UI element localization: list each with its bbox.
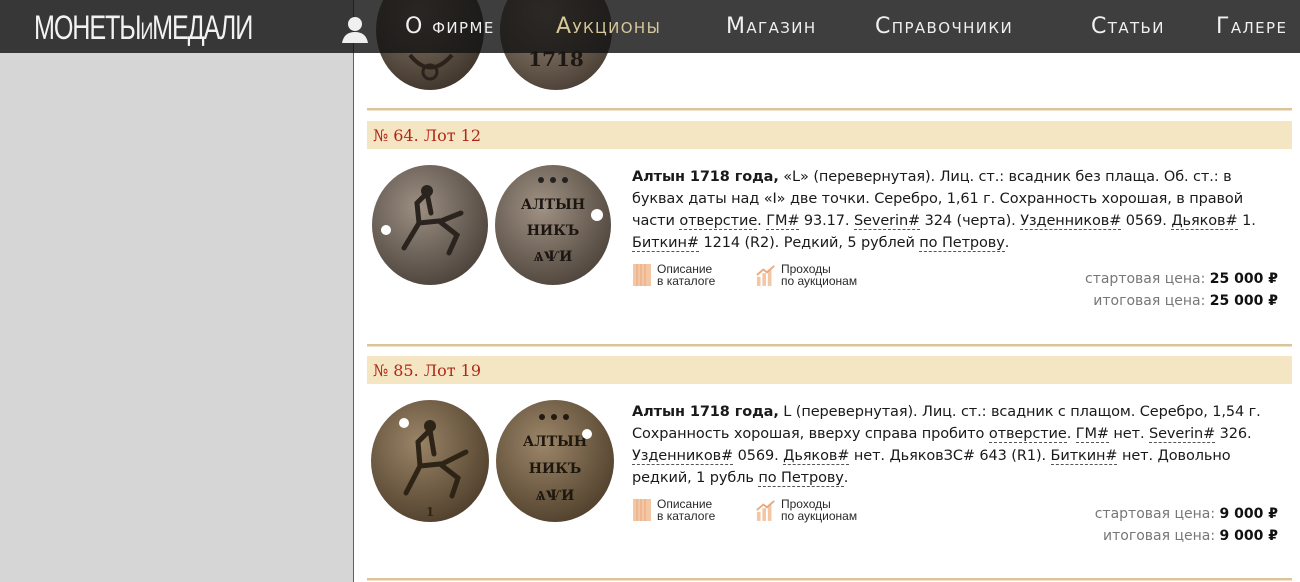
svg-text:НИКЪ: НИКЪ [529, 461, 582, 477]
nav-shop[interactable]: Магазин [726, 14, 817, 39]
final-price-label: итоговая цена: [1093, 293, 1206, 309]
svg-text:ѦѰИ: ѦѰИ [536, 488, 575, 504]
sidebar-divider [353, 0, 354, 582]
catalog-icon [633, 499, 651, 521]
lot-description: Алтын 1718 года, L (перевернутая). Лиц. … [632, 404, 1261, 487]
link-petrov[interactable]: по Петрову [919, 235, 1005, 252]
nav-gallery[interactable]: Галере [1216, 14, 1287, 39]
auction-history-link[interactable]: Проходы по аукционам [756, 498, 857, 522]
start-price-value: 9 000 ₽ [1219, 506, 1278, 522]
separator-line [367, 108, 1292, 111]
svg-text:1: 1 [426, 505, 434, 519]
lot-description: Алтын 1718 года, «L» (перевернутая). Лиц… [632, 169, 1256, 252]
link-dyakov[interactable]: Дьяков# [783, 448, 849, 465]
svg-text:АЛТЫН: АЛТЫН [521, 197, 585, 213]
link-gm[interactable]: ГМ# [1075, 426, 1109, 443]
link-hole[interactable]: отверстие [679, 213, 757, 230]
link-uzdenikov[interactable]: Узденников# [632, 448, 733, 465]
left-sidebar [0, 0, 353, 582]
site-logo[interactable]: МОНЕТЫИМЕДАЛИ [34, 6, 253, 53]
svg-text:ѦѰИ: ѦѰИ [534, 249, 573, 265]
nav-auctions[interactable]: Аукционы [556, 14, 661, 39]
auction-history-link[interactable]: Проходы по аукционам [756, 263, 857, 287]
final-price-value: 25 000 ₽ [1209, 293, 1278, 309]
start-price-label: стартовая цена: [1085, 271, 1206, 287]
nav-articles[interactable]: Статьи [1091, 14, 1165, 39]
top-navigation-bar: МОНЕТЫИМЕДАЛИ О фирме Аукционы Магазин С… [0, 0, 1300, 53]
catalog-description-link[interactable]: Описание в каталоге [632, 263, 715, 287]
lot-header[interactable]: № 85. Лот 19 [367, 356, 1292, 384]
nav-references[interactable]: Справочники [875, 14, 1013, 39]
user-icon[interactable] [340, 15, 370, 43]
link-bitkin[interactable]: Биткин# [1050, 448, 1118, 465]
lot-header[interactable]: № 64. Лот 12 [367, 121, 1292, 149]
svg-text:АЛТЫН: АЛТЫН [523, 434, 587, 450]
link-dyakov[interactable]: Дьяков# [1171, 213, 1238, 230]
link-hole[interactable]: отверстие [988, 426, 1067, 443]
catalog-icon [633, 264, 651, 286]
lot-prices: стартовая цена: 25 000 ₽ итоговая цена: … [1085, 268, 1278, 312]
auction-history-icon [756, 265, 775, 286]
separator-line [367, 344, 1292, 347]
link-petrov[interactable]: по Петрову [758, 470, 844, 487]
link-uzdenikov[interactable]: Узденников# [1020, 213, 1121, 230]
start-price-label: стартовая цена: [1094, 506, 1216, 522]
final-price-value: 9 000 ₽ [1219, 528, 1278, 544]
link-gm[interactable]: ГМ# [766, 213, 800, 230]
lot-coin-obverse-image[interactable]: 1 [368, 398, 492, 524]
link-bitkin[interactable]: Биткин# [632, 235, 699, 252]
lot-coin-reverse-image[interactable]: АЛТЫН НИКЪ ѦѰИ [493, 163, 615, 287]
catalog-description-link[interactable]: Описание в каталоге [632, 498, 715, 522]
nav-about[interactable]: О фирме [405, 14, 495, 39]
lot-coin-obverse-image[interactable] [369, 163, 491, 287]
link-severin[interactable]: Severin# [1149, 426, 1215, 443]
separator-line [367, 578, 1292, 581]
lot-title: Алтын 1718 года, [632, 404, 779, 420]
auction-history-icon [756, 500, 775, 521]
link-severin[interactable]: Severin# [853, 213, 920, 230]
lot-coin-reverse-image[interactable]: АЛТЫН НИКЪ ѦѰИ [494, 398, 618, 524]
svg-text:НИКЪ: НИКЪ [527, 223, 580, 239]
lot-prices: стартовая цена: 9 000 ₽ итоговая цена: 9… [1095, 503, 1278, 547]
final-price-label: итоговая цена: [1103, 528, 1216, 544]
start-price-value: 25 000 ₽ [1209, 271, 1278, 287]
lot-title: Алтын 1718 года, [632, 169, 779, 185]
